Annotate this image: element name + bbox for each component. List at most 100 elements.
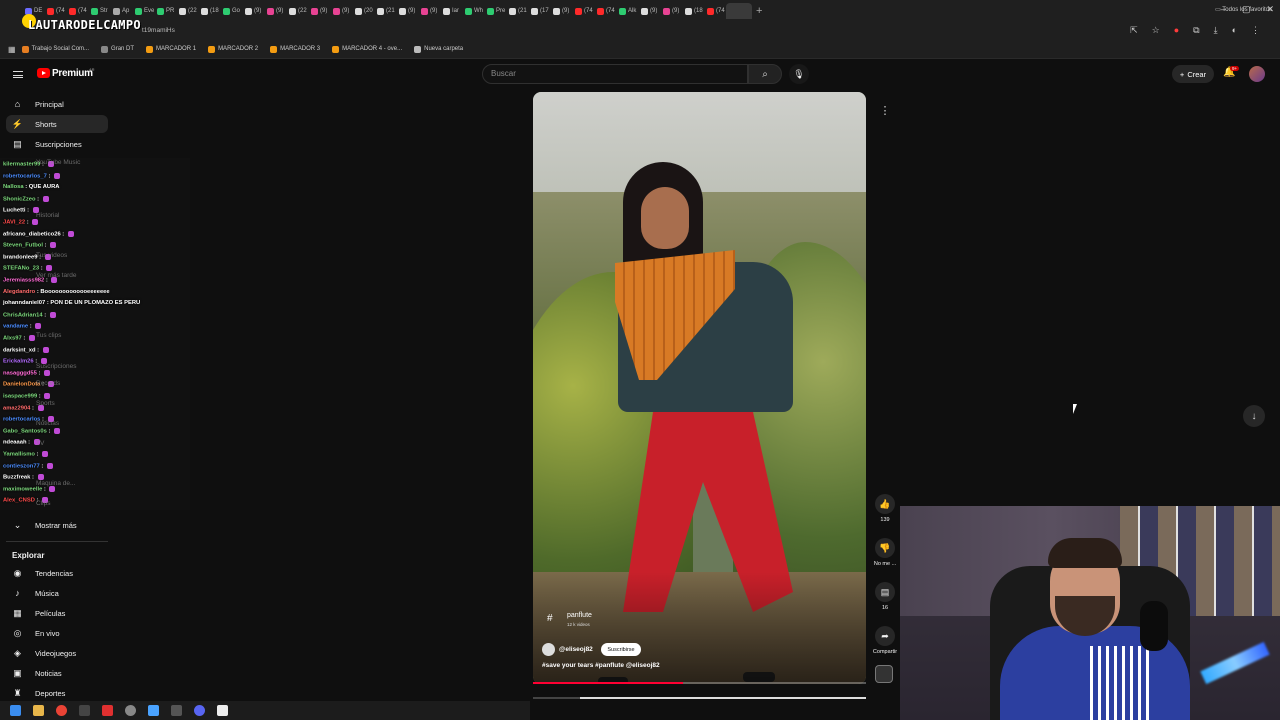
sidebar-item[interactable]: ⌂ Principal xyxy=(6,95,108,113)
browser-tab[interactable]: (74 xyxy=(44,3,66,19)
browser-tab[interactable]: (74 xyxy=(704,3,726,19)
browser-tab[interactable]: Alk xyxy=(616,3,638,19)
terminal-icon[interactable] xyxy=(171,705,182,716)
create-button[interactable]: + Crear xyxy=(1172,65,1214,83)
browser-tab[interactable]: (9) xyxy=(330,3,352,19)
youtube-logo-icon[interactable] xyxy=(37,68,50,78)
dislike-button[interactable]: 👎 No me ... xyxy=(872,538,898,567)
short-caption[interactable]: #save your tears #panflute @eliseoj82 xyxy=(542,662,660,669)
notes-app-icon[interactable] xyxy=(148,705,159,716)
install-icon[interactable]: ⇱ xyxy=(1130,25,1138,36)
browser-tab[interactable]: Str xyxy=(88,3,110,19)
browser-tab[interactable]: (9) xyxy=(308,3,330,19)
next-short-button[interactable]: ↓ xyxy=(1243,405,1265,427)
comments-button[interactable]: ▤ 16 xyxy=(872,582,898,611)
menu-hamburger-icon[interactable] xyxy=(13,71,23,78)
sidebar-item-obscured[interactable]: TV xyxy=(36,440,44,447)
url-text[interactable]: t19mamiHs xyxy=(142,27,175,34)
sidebar-item[interactable]: ▤ Suscripciones xyxy=(6,135,108,153)
browser-tab[interactable]: Eve xyxy=(132,3,154,19)
youtube-premium-logo[interactable]: Premium xyxy=(52,68,93,79)
sidebar-item-obscured[interactable]: Suscripciones xyxy=(36,363,76,370)
sidebar-item[interactable]: ▦ Películas xyxy=(6,604,108,622)
bookmark-star-icon[interactable]: ☆ xyxy=(1152,25,1160,36)
bookmark-item[interactable]: Nueva carpeta xyxy=(414,45,463,53)
browser-tab[interactable]: Pre xyxy=(484,3,506,19)
show-more-button[interactable]: ⌄ Mostrar más xyxy=(6,516,108,534)
browser-tab[interactable]: (9) xyxy=(418,3,440,19)
browser-tab[interactable]: (9) xyxy=(660,3,682,19)
chrome-icon[interactable] xyxy=(56,705,67,716)
sidebar-item-obscured[interactable]: Tus videos xyxy=(36,252,67,259)
downloads-icon[interactable]: ⤓ xyxy=(1214,25,1218,36)
browser-tab[interactable]: (18 xyxy=(198,3,220,19)
browser-tab[interactable]: (9) xyxy=(550,3,572,19)
search-input[interactable]: Buscar xyxy=(482,64,748,84)
extensions-puzzle-icon[interactable]: ⧉ xyxy=(1193,25,1199,36)
sidebar-item[interactable]: ▣ Noticias xyxy=(6,664,108,682)
sidebar-item[interactable]: ◉ Tendencias xyxy=(6,564,108,582)
discord-icon[interactable] xyxy=(194,705,205,716)
video-progress-bar[interactable] xyxy=(533,682,866,684)
short-video-player[interactable] xyxy=(533,92,866,684)
hashtag-name[interactable]: panflute xyxy=(567,612,592,619)
channel-avatar[interactable] xyxy=(542,643,555,656)
browser-tab[interactable]: (21 xyxy=(506,3,528,19)
sidebar-item[interactable]: ♪ Música xyxy=(6,584,108,602)
sidebar-item-obscured[interactable]: YouTube Music xyxy=(36,159,80,166)
sidebar-item-obscured[interactable]: Sports xyxy=(36,400,55,407)
browser-tab[interactable]: (17 xyxy=(528,3,550,19)
browser-tab[interactable]: Wh xyxy=(462,3,484,19)
browser-tab[interactable]: (18 xyxy=(682,3,704,19)
bookmark-item[interactable]: MARCADOR 2 xyxy=(208,45,258,53)
extension-icon[interactable]: ● xyxy=(1174,25,1179,36)
all-bookmarks[interactable]: ▭ Todos los favoritos xyxy=(1215,6,1272,13)
sidebar-item-obscured[interactable]: Records xyxy=(36,380,60,387)
browser-tab[interactable]: Go xyxy=(220,3,242,19)
account-avatar[interactable] xyxy=(1249,66,1265,82)
sidebar-item-obscured[interactable]: Noticias xyxy=(36,420,59,427)
bookmark-item[interactable]: Gran DT xyxy=(101,45,134,53)
app-icon[interactable] xyxy=(79,705,90,716)
subscribe-button[interactable]: Suscribirse xyxy=(601,643,641,656)
browser-menu-icon[interactable]: ⋮ xyxy=(1251,25,1260,36)
browser-tab[interactable]: (74 xyxy=(66,3,88,19)
sidebar-item[interactable]: ◎ En vivo xyxy=(6,624,108,642)
browser-tab[interactable]: (9) xyxy=(396,3,418,19)
browser-tab[interactable]: (9) xyxy=(242,3,264,19)
sidebar-item-obscured[interactable]: Clips xyxy=(36,500,50,507)
bookmark-item[interactable]: MARCADOR 4 - ove... xyxy=(332,45,402,53)
browser-tab[interactable]: PR xyxy=(154,3,176,19)
search-button[interactable]: ⌕ xyxy=(748,64,782,84)
settings-gear-icon[interactable] xyxy=(125,705,136,716)
more-options-icon[interactable]: ⋮ xyxy=(878,104,892,118)
sidebar-item[interactable]: ♜ Deportes xyxy=(6,684,108,702)
sidebar-item-obscured[interactable]: Ver más tarde xyxy=(36,272,76,279)
sidebar-item[interactable]: ◈ Videojuegos xyxy=(6,644,108,662)
new-tab-icon[interactable]: + xyxy=(756,5,762,17)
browser-tab[interactable]: (9) xyxy=(264,3,286,19)
bookmark-item[interactable]: MARCADOR 1 xyxy=(146,45,196,53)
file-explorer-icon[interactable] xyxy=(33,705,44,716)
browser-tab[interactable]: (20 xyxy=(352,3,374,19)
audio-track-thumbnail[interactable] xyxy=(875,665,893,683)
profile-icon[interactable]: ◐ xyxy=(1232,25,1237,36)
channel-name[interactable]: @eliseoj82 xyxy=(559,646,593,653)
windows-start-icon[interactable] xyxy=(10,705,21,716)
browser-tab[interactable]: (74 xyxy=(572,3,594,19)
browser-tab[interactable]: (9) xyxy=(638,3,660,19)
share-button[interactable]: ➦ Compartir xyxy=(872,626,898,655)
recording-app-icon[interactable] xyxy=(102,705,113,716)
browser-tab[interactable]: Iar xyxy=(440,3,462,19)
bookmark-item[interactable]: MARCADOR 3 xyxy=(270,45,320,53)
voice-search-button[interactable]: 🎙 xyxy=(789,64,809,84)
sidebar-item-obscured[interactable]: Tus clips xyxy=(36,332,61,339)
obs-icon[interactable] xyxy=(217,705,228,716)
address-bar[interactable] xyxy=(0,22,1280,40)
browser-tab[interactable]: Ap xyxy=(110,3,132,19)
active-browser-tab[interactable] xyxy=(726,3,752,19)
browser-tab[interactable]: (22 xyxy=(286,3,308,19)
sidebar-item-obscured[interactable]: Historial xyxy=(36,212,59,219)
apps-grid-icon[interactable]: ▦ xyxy=(8,45,16,54)
sidebar-item-obscured[interactable]: Maquina de... xyxy=(36,480,75,487)
